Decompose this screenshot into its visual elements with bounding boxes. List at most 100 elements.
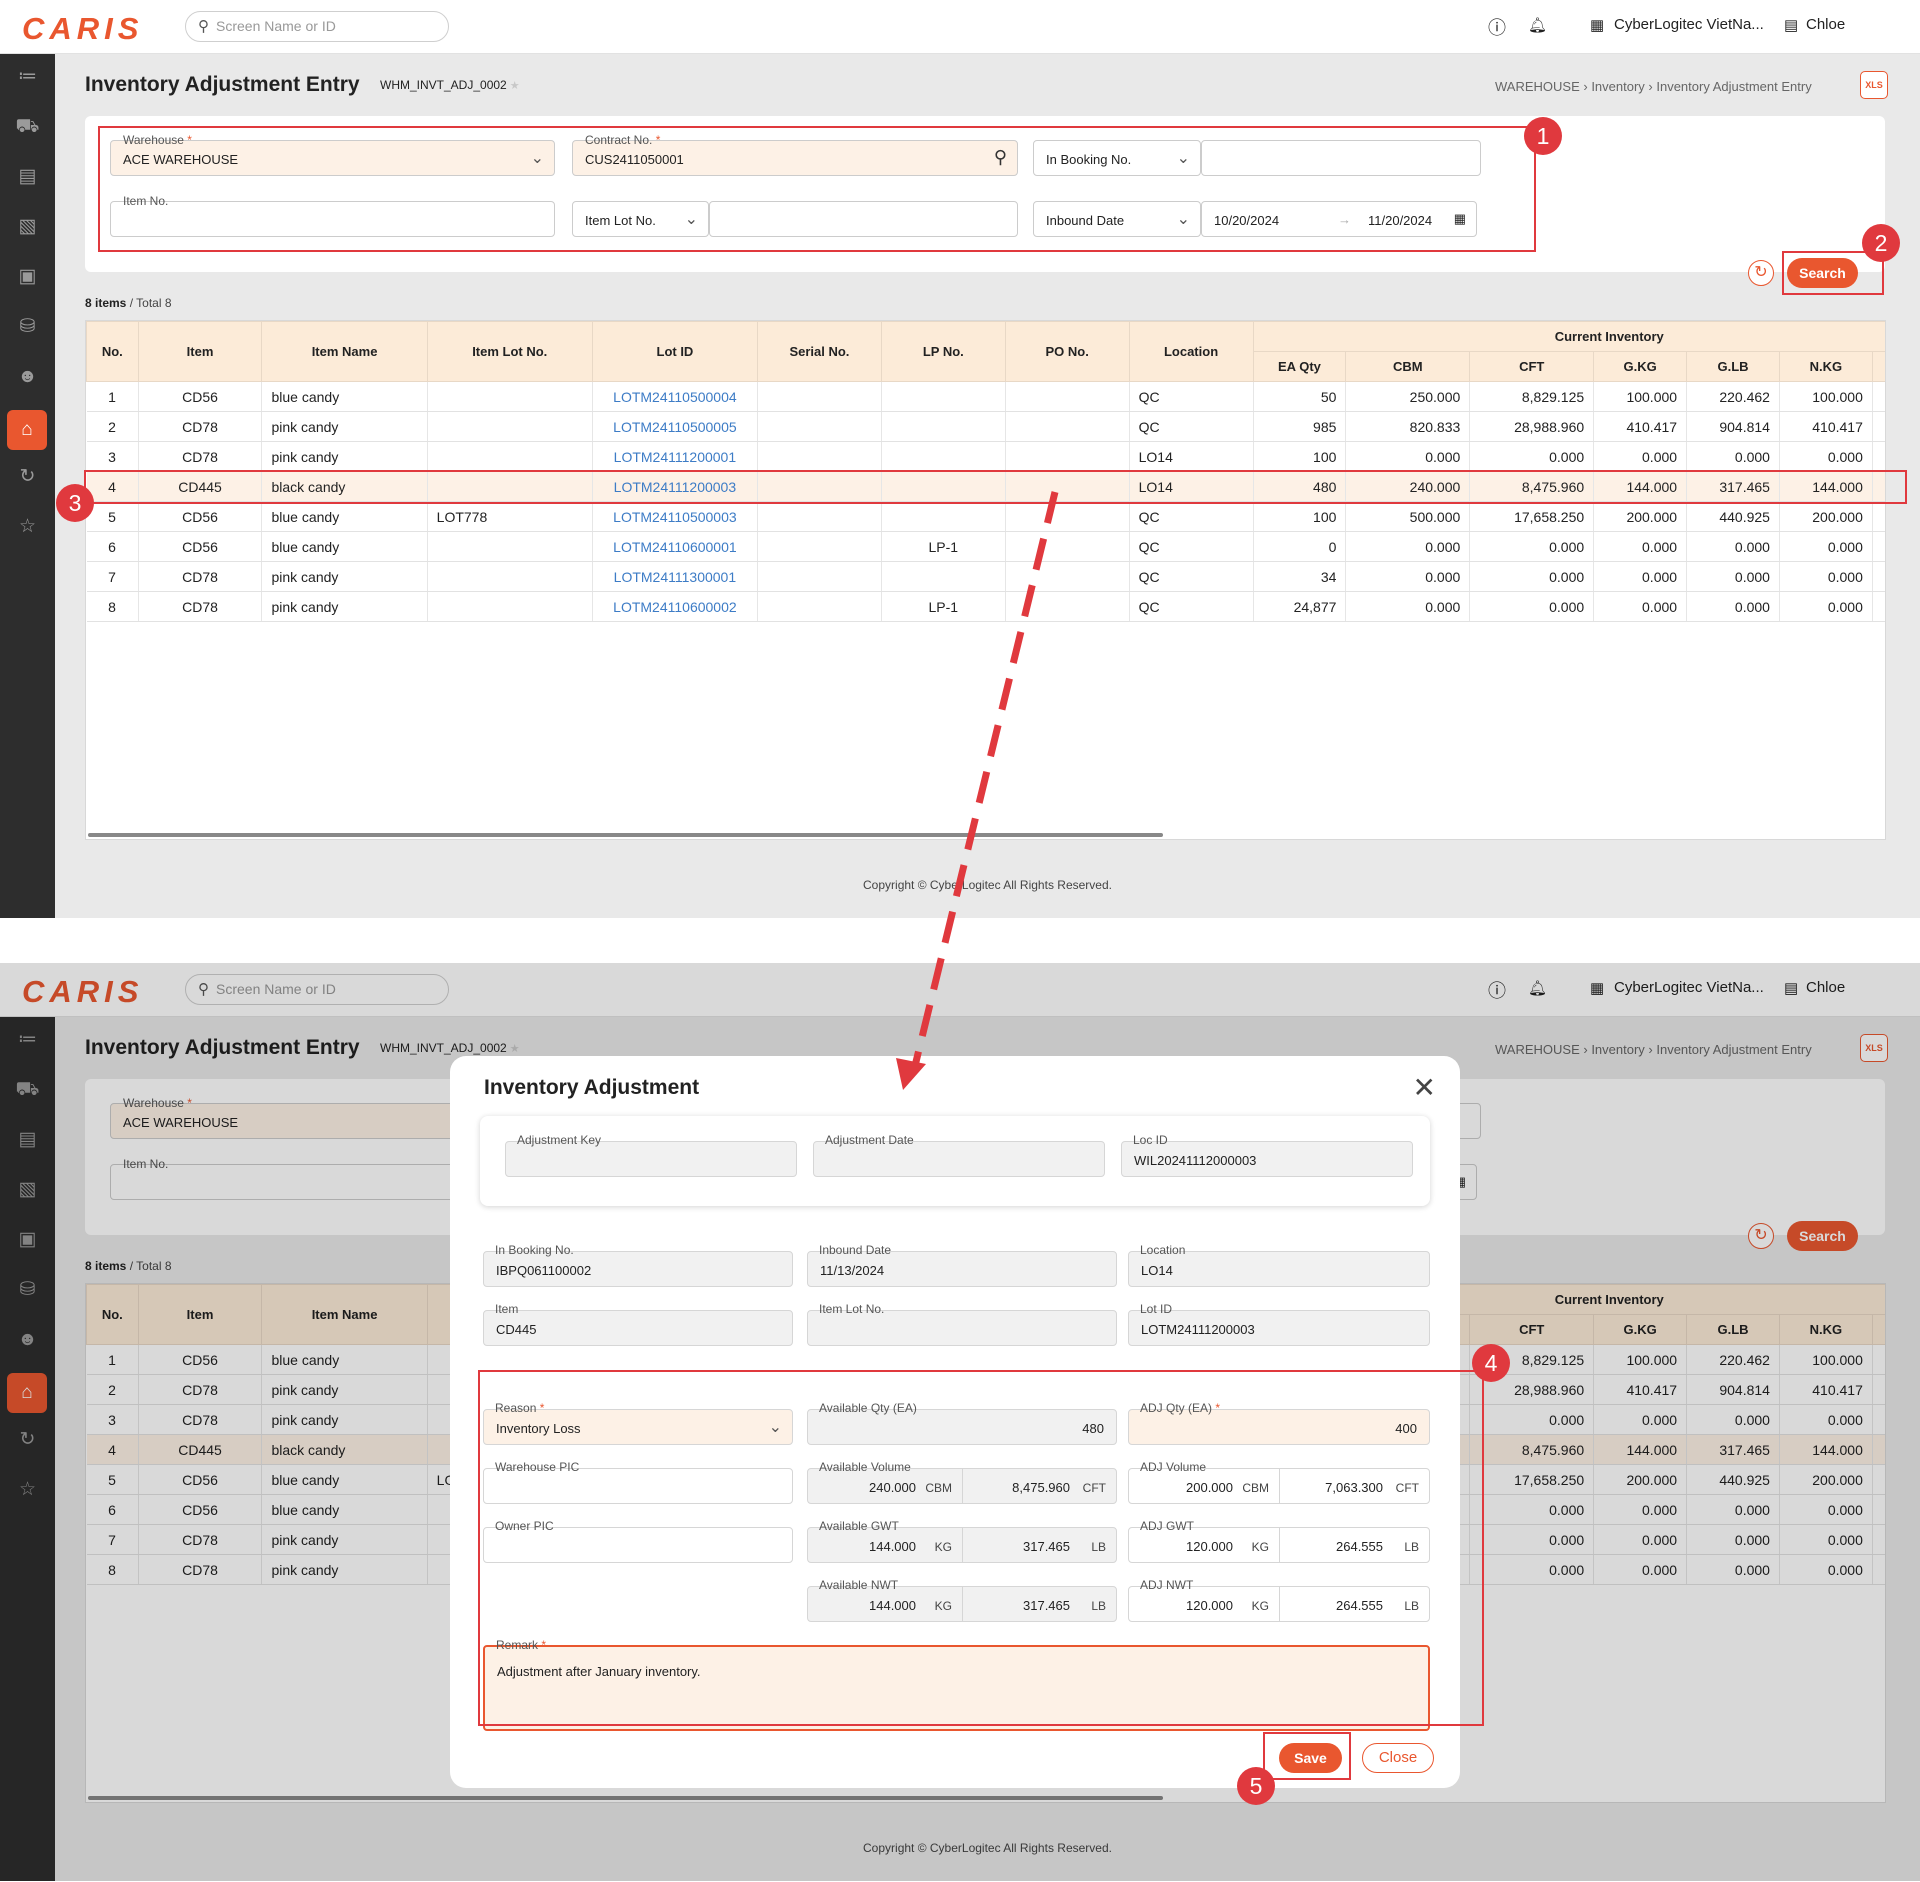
table-cell [881,411,1006,442]
lot-id-link[interactable]: LOTM24110500005 [592,411,759,442]
adjustment-key-field[interactable]: Adjustment Key [505,1133,797,1177]
favorite-icon[interactable]: ★ [510,80,520,92]
table-cell: 0.000 [1469,441,1595,472]
favorite-star-icon[interactable]: ☆ [0,507,55,547]
close-button[interactable]: Close [1362,1743,1434,1773]
table-row[interactable]: 2CD78pink candy LOTM24110500005 QC985820.8… [86,411,1885,442]
table-cell: 0.00 [1872,531,1885,562]
table-cell: 0.00 [1872,441,1885,472]
table-cell: 28,988.960 [1469,411,1595,442]
step-3-highlight [84,470,1907,504]
column-header[interactable]: N.LB [1871,351,1885,382]
close-icon[interactable]: ✕ [1413,1074,1436,1102]
column-header[interactable]: Item Lot No. [426,321,593,382]
table-row[interactable]: 7CD78pink candyLOTM24111300001QC340.0000… [86,561,1885,592]
column-header[interactable]: CFT [1469,351,1595,382]
user-settings-icon[interactable]: ☻ [0,357,55,397]
table-cell: 24,877 [1253,591,1347,622]
column-header[interactable]: Lot ID [591,321,759,382]
user-name[interactable]: Chloe [1806,16,1845,33]
user-icon[interactable]: ▤ [1784,16,1798,34]
table-cell [757,591,882,622]
lot-id-link[interactable]: LOTM24110600002 [592,591,759,622]
billing-icon[interactable]: ▤ [0,157,55,197]
table-row[interactable]: 8CD78pink candy LOTM24110600002 LP-1 QC24,8… [86,591,1885,622]
help-icon[interactable]: ⓘ [1488,14,1506,40]
boxes-icon[interactable]: ▣ [0,257,55,297]
column-header[interactable]: G.KG [1593,351,1688,382]
table-cell: 220.46 [1872,381,1885,412]
table-cell: 220.462 [1686,381,1780,412]
table-cell: CD78 [138,411,263,442]
table-cell [881,381,1006,412]
warehouse-icon[interactable]: ⌂ [7,410,47,450]
table-cell: 6 [86,531,139,562]
table-cell: QC [1129,531,1254,562]
table-cell [881,501,1006,532]
bell-icon[interactable]: 🔔︎ [1528,16,1547,34]
truck-icon[interactable]: ⛟ [0,107,55,147]
lot-id-link[interactable]: LOTM24110600001 [592,531,759,562]
table-cell: 0.000 [1345,531,1471,562]
table-cell: 0.000 [1469,561,1595,592]
table-row[interactable]: 1CD56blue candy LOTM24110500004 QC50250.00… [86,381,1885,412]
company-icon[interactable]: ▦ [1590,16,1604,34]
global-search-input[interactable]: ⚲ Screen Name or ID [185,11,449,42]
item-lot-field: Item Lot No. [807,1302,1117,1346]
table-cell: CD56 [138,501,263,532]
document-icon[interactable]: ▧ [0,207,55,247]
lot-id-link[interactable]: LOTM24110500004 [592,381,759,412]
table-cell: 0.000 [1593,591,1688,622]
table-cell: 7 [86,561,139,592]
dashboard-chart-icon[interactable]: ≔ [0,57,55,97]
table-cell: 200.000 [1779,501,1873,532]
excel-export-icon[interactable]: XLS [1860,71,1888,99]
table-cell: 0.000 [1345,591,1471,622]
column-header[interactable]: N.KG [1778,351,1873,382]
step-5-highlight [1263,1732,1351,1780]
adjustment-date-field[interactable]: Adjustment Date [813,1133,1105,1177]
table-cell [1005,591,1130,622]
column-header[interactable]: PO No. [1004,321,1130,382]
lot-id-link[interactable]: LOTM24111200001 [592,441,759,472]
lot-id-link[interactable]: LOTM24110500003 [592,501,759,532]
table-row[interactable]: 5CD56blue candyLOT778LOTM24110500003 QC10… [86,501,1885,532]
table-cell: 985 [1253,411,1347,442]
column-header[interactable]: Location [1128,321,1254,382]
caris-logo[interactable]: CARIS [22,11,143,47]
table-cell: 0.00 [1872,561,1885,592]
table-cell [881,561,1006,592]
column-header[interactable]: G.LB [1686,351,1780,382]
column-header[interactable]: EA Qty [1252,351,1347,382]
column-header[interactable]: Serial No. [757,321,882,382]
table-cell: 0.000 [1686,441,1780,472]
table-cell [1005,561,1130,592]
table-cell [427,441,593,472]
table-cell [757,441,882,472]
table-cell: LOT778 [427,501,593,532]
horizontal-scrollbar[interactable] [88,833,1163,837]
table-cell: pink candy [261,591,428,622]
database-settings-icon[interactable]: ⛁ [0,307,55,347]
table-cell [427,561,593,592]
table-cell: 500.000 [1345,501,1471,532]
table-cell [427,381,593,412]
table-row[interactable]: 6CD56blue candyLOTM24110600001LP-1QC00.0… [86,531,1885,562]
inventory-grid[interactable]: No.ItemItem NameItem Lot No.Lot IDSerial… [85,320,1886,840]
history-icon[interactable]: ↻ [0,457,55,497]
column-header[interactable]: No. [86,321,139,382]
table-cell: 1 [86,381,139,412]
table-cell: QC [1129,501,1254,532]
column-header[interactable]: CBM [1345,351,1471,382]
lot-id-link[interactable]: LOTM24111300001 [592,561,759,592]
column-header[interactable]: Item [137,321,263,382]
table-cell: 0.000 [1686,531,1780,562]
company-name[interactable]: CyberLogitec VietNa... [1614,16,1764,33]
reset-icon[interactable]: ↻ [1748,260,1774,286]
column-header[interactable]: LP No. [880,321,1006,382]
footer: Copyright © CyberLogitec All Rights Rese… [863,878,1112,892]
table-cell: 0.000 [1469,531,1595,562]
table-row[interactable]: 3CD78pink candyLOTM24111200001LO141000.0… [86,441,1885,472]
screen-id: WHM_INVT_ADJ_0002 ★ [380,78,520,92]
column-header[interactable]: Item Name [261,321,428,382]
